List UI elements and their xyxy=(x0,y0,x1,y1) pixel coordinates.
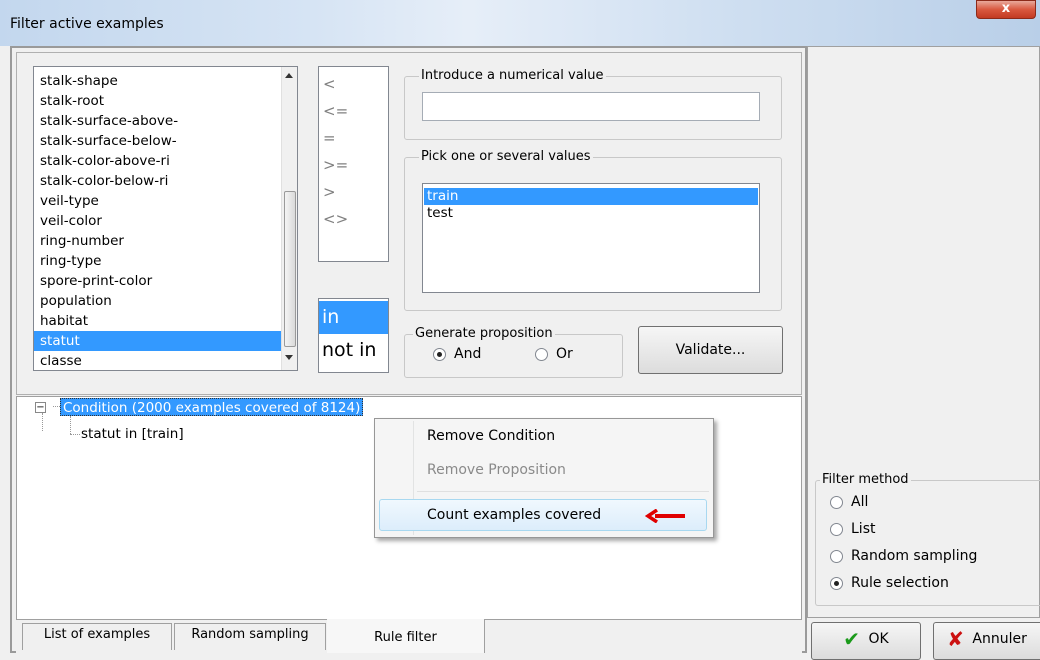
scroll-up-icon[interactable] xyxy=(285,73,293,78)
radio-or[interactable]: Or xyxy=(535,346,573,362)
filter-method-title: Filter method xyxy=(820,472,911,487)
attribute-list-item[interactable]: veil-type xyxy=(34,191,281,211)
radio-and-label: And xyxy=(454,346,482,362)
radio-or-label: Or xyxy=(556,346,573,362)
attribute-list-item[interactable]: population xyxy=(34,291,281,311)
scroll-thumb[interactable] xyxy=(284,191,296,347)
tab-random-sampling[interactable]: Random sampling xyxy=(174,623,326,650)
filter-option-list-indicator[interactable] xyxy=(830,522,843,536)
tree-line xyxy=(70,434,80,435)
operator-item[interactable]: <> xyxy=(319,206,348,233)
attribute-list-item[interactable]: stalk-root xyxy=(34,91,281,111)
operator-list[interactable]: < <= = >= > <> xyxy=(318,66,389,262)
filter-option-all-indicator[interactable] xyxy=(830,495,843,509)
tree-child-node[interactable]: statut in [train] xyxy=(81,426,184,442)
filter-option-rule[interactable]: Rule selection xyxy=(830,575,949,591)
attribute-list-item[interactable]: habitat xyxy=(34,311,281,331)
attribute-list-item[interactable]: stalk-color-above-ri xyxy=(34,151,281,171)
menu-remove-proposition: Remove Proposition xyxy=(427,462,566,478)
attribute-list-item[interactable]: classe xyxy=(34,351,281,370)
annotation-arrow-icon xyxy=(644,508,687,524)
menu-remove-condition[interactable]: Remove Condition xyxy=(375,419,713,453)
attribute-list-item[interactable]: stalk-shape xyxy=(34,71,281,91)
filter-option-random-label: Random sampling xyxy=(851,548,978,564)
attribute-list-item[interactable]: spore-print-color xyxy=(34,271,281,291)
x-icon: ✘ xyxy=(947,627,964,651)
scroll-down-icon[interactable] xyxy=(285,355,293,360)
generate-groupbox-title: Generate proposition xyxy=(413,326,555,341)
attribute-list-item[interactable]: stalk-surface-above- xyxy=(34,111,281,131)
attribute-list[interactable]: stalk-shape stalk-root stalk-surface-above… xyxy=(33,66,298,371)
set-operator-item[interactable]: in xyxy=(319,301,388,334)
ok-button[interactable]: ✔ OK xyxy=(811,622,921,660)
filter-option-rule-label: Rule selection xyxy=(851,575,949,591)
filter-option-random[interactable]: Random sampling xyxy=(830,548,977,564)
values-groupbox-title: Pick one or several values xyxy=(419,149,593,164)
attribute-list-item[interactable]: ring-number xyxy=(34,231,281,251)
menu-separator xyxy=(417,491,709,492)
filter-option-all-label: All xyxy=(851,494,869,510)
value-list-item[interactable]: test xyxy=(424,205,758,222)
numeric-groupbox-title: Introduce a numerical value xyxy=(419,68,606,83)
radio-and[interactable]: And xyxy=(433,346,481,362)
tree-expander-icon[interactable]: − xyxy=(35,402,46,413)
numeric-value-input[interactable] xyxy=(422,92,760,121)
radio-or-indicator[interactable] xyxy=(535,347,548,361)
radio-and-indicator[interactable] xyxy=(433,347,446,361)
operator-item[interactable]: <= xyxy=(319,98,348,125)
validate-label: Validate... xyxy=(675,342,746,358)
value-list-item[interactable]: train xyxy=(424,188,758,205)
attribute-list-item[interactable]: stalk-surface-below- xyxy=(34,131,281,151)
attribute-list-item[interactable]: stalk-color-below-ri xyxy=(34,171,281,191)
window-title: Filter active examples xyxy=(10,16,164,32)
context-menu: Remove Condition Remove Proposition Coun… xyxy=(374,418,714,538)
attribute-list-item[interactable]: statut xyxy=(34,331,281,351)
ok-label: OK xyxy=(868,631,889,647)
tree-line xyxy=(70,416,71,434)
set-operator-list[interactable]: in not in xyxy=(318,298,389,373)
filter-option-list-label: List xyxy=(851,521,876,537)
operator-item[interactable]: < xyxy=(319,71,348,98)
cancel-label: Annuler xyxy=(972,631,1027,647)
operator-item[interactable]: = xyxy=(319,125,348,152)
filter-option-rule-indicator[interactable] xyxy=(830,576,843,590)
set-operator-item[interactable]: not in xyxy=(319,334,388,367)
validate-button[interactable]: Validate... xyxy=(638,326,783,374)
operator-item[interactable]: >= xyxy=(319,152,348,179)
filter-option-list[interactable]: List xyxy=(830,521,875,537)
tab-list-of-examples[interactable]: List of examples xyxy=(22,623,172,650)
close-icon: x xyxy=(1001,1,1011,16)
tab-rule-filter[interactable]: Rule filter xyxy=(327,619,485,653)
tree-line xyxy=(53,406,60,407)
values-list[interactable]: train test xyxy=(422,183,760,293)
tree-root-node[interactable]: Condition (2000 examples covered of 8124… xyxy=(60,398,364,416)
filter-option-random-indicator[interactable] xyxy=(830,549,843,563)
attribute-scrollbar[interactable] xyxy=(281,67,297,370)
attribute-list-item[interactable]: ring-type xyxy=(34,251,281,271)
tree-line xyxy=(42,413,43,431)
close-button[interactable]: x xyxy=(976,0,1036,19)
attribute-list-item[interactable]: veil-color xyxy=(34,211,281,231)
operator-item[interactable]: > xyxy=(319,179,348,206)
cancel-button[interactable]: ✘ Annuler xyxy=(933,622,1040,660)
check-icon: ✔ xyxy=(843,627,861,651)
filter-option-all[interactable]: All xyxy=(830,494,868,510)
